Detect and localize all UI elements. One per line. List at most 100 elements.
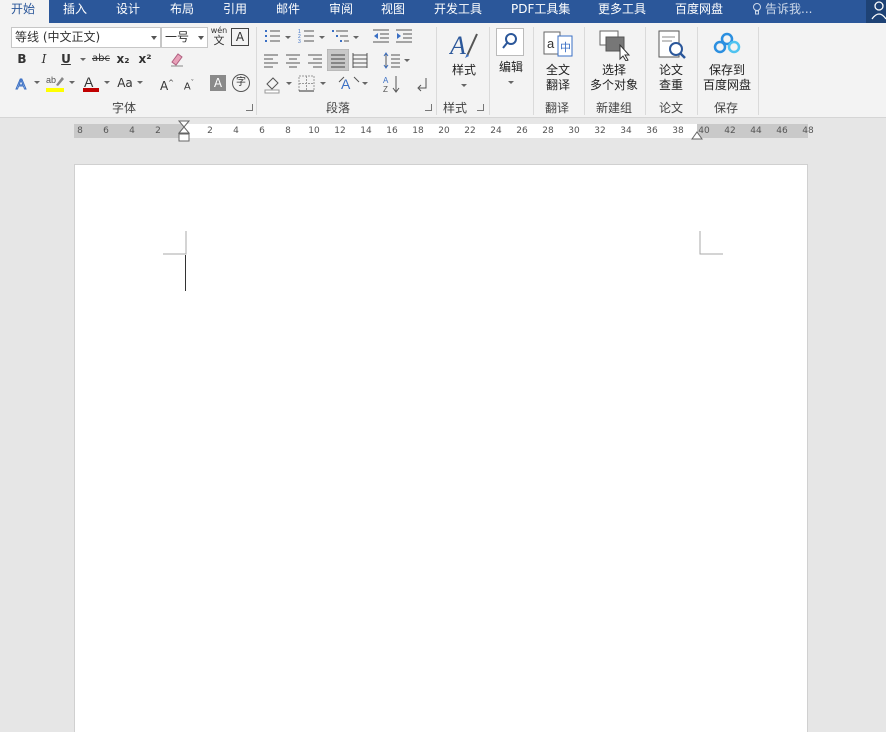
sort-icon[interactable]: AZ	[382, 74, 402, 94]
chevron-down-icon[interactable]	[362, 82, 368, 85]
find-icon[interactable]	[496, 28, 524, 56]
tab-view[interactable]: 视图	[381, 0, 405, 23]
borders-icon[interactable]	[297, 74, 317, 94]
phonetic-guide-button[interactable]: wén 文	[210, 26, 228, 48]
styles-dialog-launcher-icon[interactable]	[477, 104, 484, 111]
shading-icon[interactable]	[263, 74, 283, 94]
tell-me-box[interactable]: 告诉我...	[752, 0, 812, 23]
tab-pdf-tools[interactable]: PDF工具集	[511, 0, 570, 23]
tab-design[interactable]: 设计	[116, 0, 140, 23]
tab-more-tools[interactable]: 更多工具	[598, 0, 646, 23]
new-group-label: 新建组	[596, 101, 633, 115]
chevron-down-icon[interactable]	[319, 36, 325, 39]
font-dialog-launcher-icon[interactable]	[246, 104, 253, 111]
save-to-netdisk-button[interactable]: 保存到 百度网盘	[700, 63, 754, 93]
justify-icon[interactable]	[327, 49, 349, 71]
ruler-tick-label: 32	[594, 126, 606, 136]
chevron-down-icon[interactable]	[34, 81, 40, 84]
clear-formatting-icon[interactable]	[168, 50, 186, 68]
align-right-icon[interactable]	[306, 51, 324, 69]
chevron-down-icon[interactable]	[353, 36, 359, 39]
highlight-color-icon[interactable]: ab	[44, 73, 66, 93]
indent-marker-icon[interactable]	[178, 120, 190, 144]
select-line2: 多个对象	[589, 78, 638, 92]
user-icon	[871, 1, 886, 20]
tab-home[interactable]: 开始	[0, 0, 49, 23]
underline-button[interactable]: U	[57, 50, 75, 68]
user-account-button[interactable]	[866, 0, 886, 23]
svg-text:a: a	[547, 36, 555, 51]
distributed-icon[interactable]	[351, 51, 369, 69]
baidu-netdisk-icon[interactable]	[712, 31, 742, 57]
tab-review[interactable]: 审阅	[329, 0, 353, 23]
ruler-tick-label: 42	[724, 126, 736, 136]
ruler-tick-label: 44	[750, 126, 762, 136]
chevron-down-icon[interactable]	[508, 81, 514, 84]
tab-layout[interactable]: 布局	[170, 0, 194, 23]
ruler-tick-label: 10	[308, 126, 320, 136]
chevron-down-icon[interactable]	[80, 58, 86, 61]
chevron-down-icon[interactable]	[461, 84, 467, 87]
group-divider	[489, 27, 490, 115]
align-center-icon[interactable]	[284, 51, 302, 69]
font-name-combo[interactable]: 等线 (中文正文)	[11, 27, 161, 48]
chevron-down-icon[interactable]	[137, 81, 143, 84]
group-divider	[697, 27, 698, 115]
tab-insert[interactable]: 插入	[63, 0, 87, 23]
chevron-down-icon[interactable]	[286, 82, 292, 85]
character-shading-button[interactable]: A	[210, 75, 226, 91]
styles-button[interactable]: 样式	[449, 63, 479, 78]
styles-icon[interactable]: A	[449, 28, 479, 60]
bullets-icon[interactable]	[263, 27, 283, 45]
paper-check-icon[interactable]	[656, 29, 688, 61]
numbering-icon[interactable]: 123	[297, 27, 317, 45]
change-case-button[interactable]: Aa	[114, 74, 136, 92]
grow-font-button[interactable]: A^	[158, 74, 176, 93]
tab-references[interactable]: 引用	[223, 0, 247, 23]
paragraph-dialog-launcher-icon[interactable]	[425, 104, 432, 111]
tab-baidu-netdisk[interactable]: 百度网盘	[675, 0, 723, 23]
svg-text:3: 3	[298, 39, 301, 45]
enclose-characters-button[interactable]: 字	[232, 74, 250, 92]
horizontal-ruler[interactable]: 8 6 4 2 2 4 6 8 10 12 14 16 18 20 22 24 26 28 30 32 34 36 38 40…	[74, 120, 814, 142]
editing-button[interactable]: 编辑	[496, 60, 526, 75]
multilevel-list-icon[interactable]	[331, 27, 351, 45]
chevron-down-icon[interactable]	[285, 36, 291, 39]
font-color-icon[interactable]: A	[81, 73, 101, 93]
increase-indent-icon[interactable]	[394, 27, 414, 45]
tab-mailings[interactable]: 邮件	[276, 0, 300, 23]
decrease-indent-icon[interactable]	[371, 27, 391, 45]
strikethrough-button[interactable]: abc	[90, 50, 112, 68]
svg-text:ab: ab	[46, 75, 56, 85]
chevron-down-icon[interactable]	[320, 82, 326, 85]
ruler-tick-label: 8	[77, 126, 83, 136]
subscript-button[interactable]: x₂	[114, 50, 132, 68]
tab-developer[interactable]: 开发工具	[434, 0, 482, 23]
font-size-combo[interactable]: 一号	[161, 27, 208, 48]
chinese-layout-icon[interactable]: A	[338, 74, 360, 94]
line-spacing-icon[interactable]	[382, 51, 402, 69]
text-effects-icon[interactable]: A	[14, 74, 32, 93]
ruler-tick-label: 22	[464, 126, 476, 136]
shrink-font-button[interactable]: Aˇ	[180, 74, 198, 92]
ruler-tick-label: 18	[412, 126, 424, 136]
chevron-down-icon[interactable]	[69, 81, 75, 84]
chevron-down-icon[interactable]	[404, 59, 410, 62]
select-multiple-objects-button[interactable]: 选择 多个对象	[588, 63, 640, 93]
align-left-icon[interactable]	[262, 51, 280, 69]
chevron-down-icon[interactable]	[104, 81, 110, 84]
svg-text:中: 中	[560, 41, 571, 54]
translate-button[interactable]: 全文 翻译	[537, 63, 579, 93]
character-border-button[interactable]: A	[231, 28, 249, 46]
show-marks-icon[interactable]	[414, 74, 432, 94]
bold-button[interactable]: B	[13, 50, 31, 68]
group-divider	[645, 27, 646, 115]
superscript-button[interactable]: x²	[136, 50, 154, 68]
italic-button[interactable]: I	[35, 50, 53, 68]
paper-check-button[interactable]: 论文 查重	[651, 63, 691, 93]
right-indent-marker-icon[interactable]	[691, 130, 703, 140]
translate-icon[interactable]: a中	[542, 30, 574, 60]
text-cursor	[185, 255, 186, 291]
document-page[interactable]	[74, 164, 808, 732]
select-objects-icon[interactable]	[598, 29, 632, 61]
